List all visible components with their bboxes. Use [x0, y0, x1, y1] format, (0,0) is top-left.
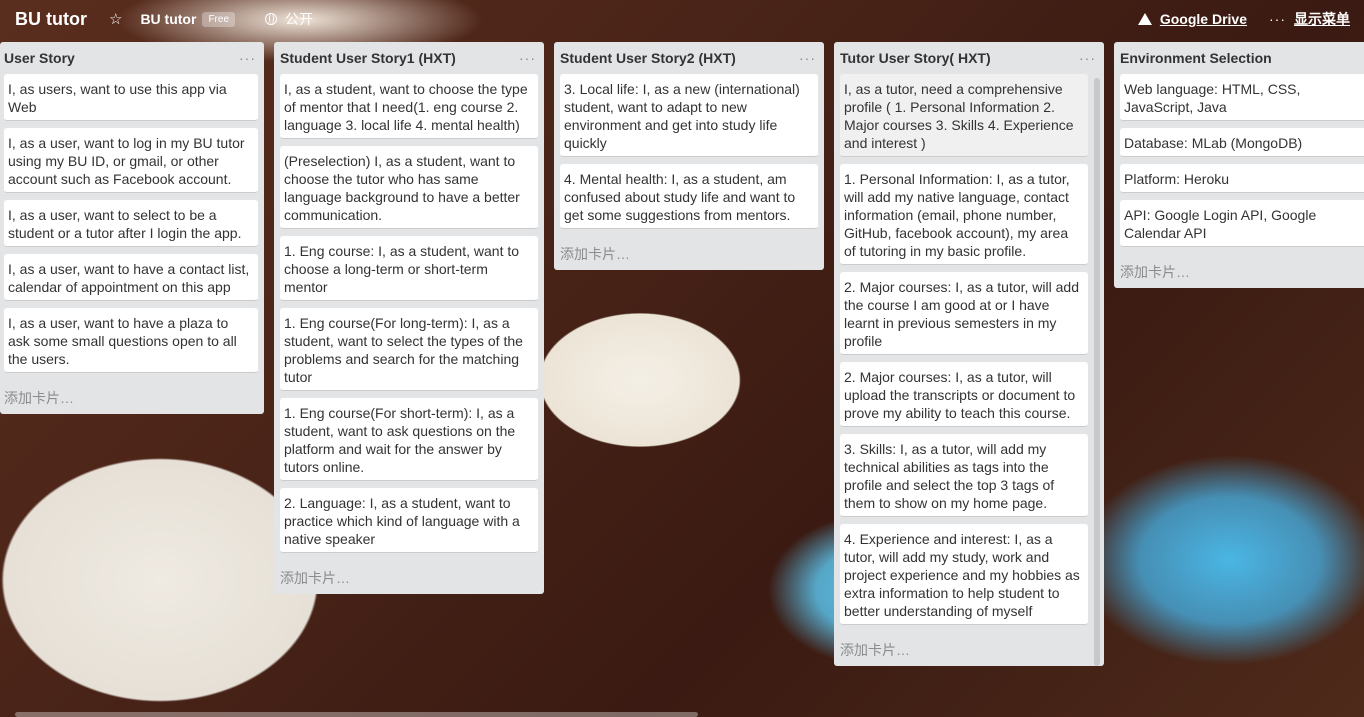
list-header[interactable]: Environment Selection — [1120, 42, 1364, 74]
add-card-button[interactable]: 添加卡片… — [840, 632, 1088, 666]
globe-icon — [265, 13, 277, 25]
header-right-tools: Google Drive ··· 显示菜单 — [1137, 9, 1350, 29]
card[interactable]: I, as a tutor, need a comprehensive prof… — [840, 74, 1088, 157]
list-menu-icon[interactable]: ··· — [519, 50, 536, 66]
card[interactable]: 1. Eng course(For short-term): I, as a s… — [280, 398, 538, 481]
card[interactable]: 3. Skills: I, as a tutor, will add my te… — [840, 434, 1088, 517]
card[interactable]: I, as a user, want to select to be a stu… — [4, 200, 258, 247]
card[interactable]: 4. Mental health: I, as a student, am co… — [560, 164, 818, 229]
card[interactable]: I, as a user, want to have a plaza to as… — [4, 308, 258, 373]
list-tutor-user-story: Tutor User Story( HXT) ··· I, as a tutor… — [834, 42, 1104, 666]
card[interactable]: I, as a user, want to have a contact lis… — [4, 254, 258, 301]
google-drive-link[interactable]: Google Drive — [1160, 11, 1247, 27]
list-header[interactable]: Student User Story2 (HXT) ··· — [560, 42, 818, 74]
card[interactable]: I, as users, want to use this app via We… — [4, 74, 258, 121]
list-title[interactable]: Student User Story1 (HXT) — [280, 50, 456, 66]
add-card-button[interactable]: 添加卡片… — [560, 236, 818, 270]
board-horizontal-scrollbar[interactable] — [15, 712, 698, 717]
add-card-button[interactable]: 添加卡片… — [1120, 254, 1364, 288]
card[interactable]: 3. Local life: I, as a new (internationa… — [560, 74, 818, 157]
list-title[interactable]: Environment Selection — [1120, 50, 1272, 66]
google-drive-icon — [1137, 13, 1152, 25]
card[interactable]: (Preselection) I, as a student, want to … — [280, 146, 538, 229]
list-title[interactable]: Tutor User Story( HXT) — [840, 50, 991, 66]
list-menu-icon[interactable]: ··· — [239, 50, 256, 66]
add-card-button[interactable]: 添加卡片… — [280, 560, 538, 594]
card[interactable]: I, as a user, want to log in my BU tutor… — [4, 128, 258, 193]
visibility-label: 公开 — [285, 11, 313, 27]
card[interactable]: Web language: HTML, CSS, JavaScript, Jav… — [1120, 74, 1364, 121]
card[interactable]: 1. Eng course(For long-term): I, as a st… — [280, 308, 538, 391]
list-header[interactable]: User Story ··· — [4, 42, 258, 74]
list-header[interactable]: Student User Story1 (HXT) ··· — [280, 42, 538, 74]
card[interactable]: Database: MLab (MongoDB) — [1120, 128, 1364, 157]
card[interactable]: API: Google Login API, Google Calendar A… — [1120, 200, 1364, 247]
list-environment-selection: Environment Selection Web language: HTML… — [1114, 42, 1364, 288]
card[interactable]: 1. Personal Information: I, as a tutor, … — [840, 164, 1088, 265]
list-scrollbar[interactable] — [1094, 78, 1100, 666]
more-icon[interactable]: ··· — [1269, 11, 1286, 27]
card[interactable]: I, as a student, want to choose the type… — [280, 74, 538, 139]
star-icon[interactable]: ☆ — [109, 10, 122, 28]
list-title[interactable]: User Story — [4, 50, 75, 66]
list-menu-icon[interactable]: ··· — [799, 50, 816, 66]
list-header[interactable]: Tutor User Story( HXT) ··· — [840, 42, 1095, 74]
card[interactable]: 2. Language: I, as a student, want to pr… — [280, 488, 538, 553]
card[interactable]: 1. Eng course: I, as a student, want to … — [280, 236, 538, 301]
add-card-button[interactable]: 添加卡片… — [4, 380, 258, 414]
board-header: BU tutor ☆ BU tutor Free 公开 Google Drive… — [0, 0, 1364, 38]
card[interactable]: Platform: Heroku — [1120, 164, 1364, 193]
list-student-user-story2: Student User Story2 (HXT) ··· 3. Local l… — [554, 42, 824, 270]
list-menu-icon[interactable]: ··· — [1079, 50, 1096, 66]
list-student-user-story1: Student User Story1 (HXT) ··· I, as a st… — [274, 42, 544, 594]
card[interactable]: 4. Experience and interest: I, as a tuto… — [840, 524, 1088, 625]
app-logo[interactable]: BU tutor — [15, 9, 87, 30]
list-user-story: User Story ··· I, as users, want to use … — [0, 42, 264, 414]
card[interactable]: 2. Major courses: I, as a tutor, will up… — [840, 362, 1088, 427]
board-name[interactable]: BU tutor — [140, 11, 196, 27]
plan-badge: Free — [202, 11, 235, 27]
card[interactable]: 2. Major courses: I, as a tutor, will ad… — [840, 272, 1088, 355]
list-title[interactable]: Student User Story2 (HXT) — [560, 50, 736, 66]
visibility-button[interactable]: 公开 — [265, 9, 313, 29]
show-menu-link[interactable]: 显示菜单 — [1294, 9, 1350, 29]
